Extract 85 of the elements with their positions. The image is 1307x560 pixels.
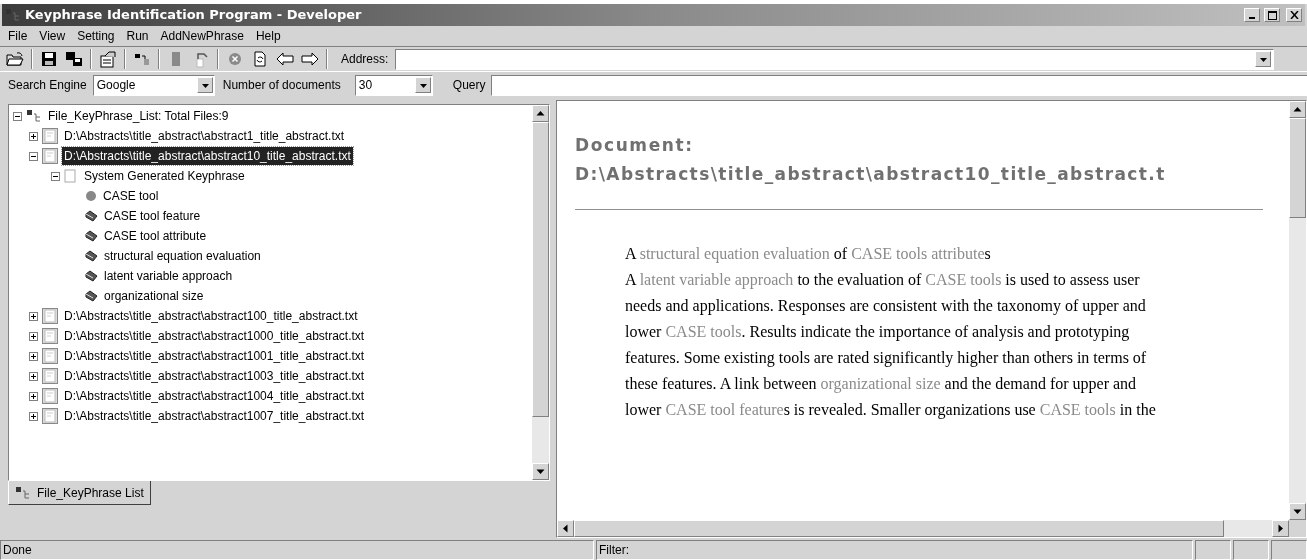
tree-item[interactable]: D:\Abstracts\title_abstract\abstract1001_title_abstract.txt	[62, 347, 367, 365]
keyphrase-item[interactable]: structural equation evaluation	[102, 247, 263, 265]
tree-structure-icon	[26, 109, 42, 123]
status-message: Done	[0, 540, 594, 560]
document-icon	[42, 408, 58, 424]
query-label: Query	[452, 77, 486, 94]
search-engine-label: Search Engine	[8, 77, 87, 94]
refresh-page-icon[interactable]	[251, 50, 269, 68]
tree-item[interactable]: D:\Abstracts\title_abstract\abstract10_title_abstract.txt	[62, 147, 353, 165]
document-icon	[42, 388, 58, 404]
keyphrase-item[interactable]: CASE tool feature	[102, 207, 203, 225]
menu-item[interactable]: Help	[255, 27, 281, 45]
maximize-button[interactable]	[1264, 8, 1280, 22]
keyphrase-item[interactable]: CASE tool attribute	[102, 227, 209, 245]
document-heading: Document:	[575, 134, 695, 157]
tag-icon	[85, 210, 98, 222]
address-label: Address:	[341, 51, 389, 68]
filter-status: Filter:	[596, 540, 1193, 560]
status-pane	[1233, 540, 1269, 560]
abstract-title: A structural equation evaluation of CASE tools attributes	[625, 244, 992, 265]
document-count-dropdown[interactable]: 30	[354, 74, 433, 96]
collapse-icon[interactable]	[29, 151, 38, 161]
properties-icon[interactable]	[99, 50, 117, 68]
menu-item[interactable]: Run	[126, 27, 149, 45]
forward-arrow-icon[interactable]	[301, 50, 319, 68]
expand-icon[interactable]	[29, 371, 38, 381]
close-icon	[1289, 11, 1299, 19]
vertical-scrollbar[interactable]	[1289, 101, 1306, 520]
menu-item[interactable]: Setting	[77, 27, 115, 45]
search-engine-dropdown[interactable]: Google	[92, 74, 215, 96]
menu-item[interactable]: AddNewPhrase	[160, 27, 244, 45]
tree-item[interactable]: File_KeyPhrase_List: Total Files:9	[46, 107, 231, 125]
tree-item[interactable]: D:\Abstracts\title_abstract\abstract1003_title_abstract.txt	[62, 367, 367, 385]
close-button[interactable]	[1286, 8, 1302, 22]
keyphrase-item[interactable]: organizational size	[102, 287, 206, 305]
document-icon	[42, 328, 58, 344]
document-icon	[42, 348, 58, 364]
menu-item[interactable]: File	[8, 27, 28, 45]
collapse-icon[interactable]	[51, 171, 60, 181]
open-folder-icon[interactable]	[6, 50, 24, 68]
address-field[interactable]	[395, 48, 1274, 70]
tree-item[interactable]: D:\Abstracts\title_abstract\abstract1004_title_abstract.txt	[62, 387, 367, 405]
tag-icon	[85, 290, 98, 302]
document-icon	[42, 128, 58, 144]
tree-item[interactable]: D:\Abstracts\title_abstract\abstract100_title_abstract.txt	[62, 307, 360, 325]
keyphrase-item[interactable]: latent variable approach	[102, 267, 235, 285]
save-all-icon[interactable]	[65, 50, 83, 68]
document-icon	[42, 148, 58, 164]
page-icon	[64, 169, 76, 183]
maximize-icon	[1267, 10, 1277, 20]
document-path: D:\Abstracts\title_abstract\abstract10_title_abstract.t	[575, 163, 1167, 186]
document-icon	[42, 368, 58, 384]
tree-item[interactable]: D:\Abstracts\title_abstract\abstract1_title_abstract.txt	[62, 127, 347, 145]
window-title: Keyphrase Identification Program - Developer	[25, 6, 363, 25]
status-pane	[1271, 540, 1307, 560]
expand-icon[interactable]	[29, 411, 38, 421]
query-field[interactable]	[491, 74, 1307, 96]
back-arrow-icon[interactable]	[276, 50, 294, 68]
tree-structure-icon	[15, 485, 31, 500]
tree-structure-icon	[5, 8, 21, 22]
collapse-icon[interactable]	[13, 111, 22, 121]
expand-icon[interactable]	[29, 391, 38, 401]
panel-tab[interactable]: File_KeyPhrase List	[8, 481, 151, 505]
expand-icon[interactable]	[29, 131, 38, 141]
expand-icon[interactable]	[29, 351, 38, 361]
scrollbar-thumb[interactable]	[1289, 118, 1306, 218]
document-count-label: Number of documents	[222, 77, 341, 94]
status-pane	[1195, 540, 1231, 560]
expand-icon[interactable]	[29, 311, 38, 321]
circle-icon	[85, 190, 97, 202]
tree-item[interactable]: D:\Abstracts\title_abstract\abstract1007_title_abstract.txt	[62, 407, 367, 425]
vertical-scrollbar[interactable]	[532, 105, 549, 480]
menu-item[interactable]: View	[39, 27, 66, 45]
expand-icon[interactable]	[29, 331, 38, 341]
document-icon	[42, 308, 58, 324]
abstract-text: A latent variable approach to the evaluation of CASE tools is used to assess user needs and applications. Responses are consistent with the taxonomy of upper and lower CASE tools. Results indicate the importance of analysis and prototyping features. Some existing tools are rated significantly higher than others in terms of these features. A link between organizational size and the demand for upper and lower CASE tool features is revealed. Smaller organizations use CASE tools in the	[625, 270, 1157, 421]
tree-item[interactable]: D:\Abstracts\title_abstract\abstract1000_title_abstract.txt	[62, 327, 367, 345]
keyphrase-item[interactable]: CASE tool	[101, 187, 161, 205]
tag-icon	[85, 250, 98, 262]
save-icon[interactable]	[40, 50, 58, 68]
tree-item[interactable]: System Generated Keyphrase	[80, 167, 249, 185]
minimize-button[interactable]	[1244, 8, 1260, 22]
tag-icon	[85, 270, 98, 282]
tag-icon	[85, 230, 98, 242]
scrollbar-thumb[interactable]	[532, 122, 549, 417]
